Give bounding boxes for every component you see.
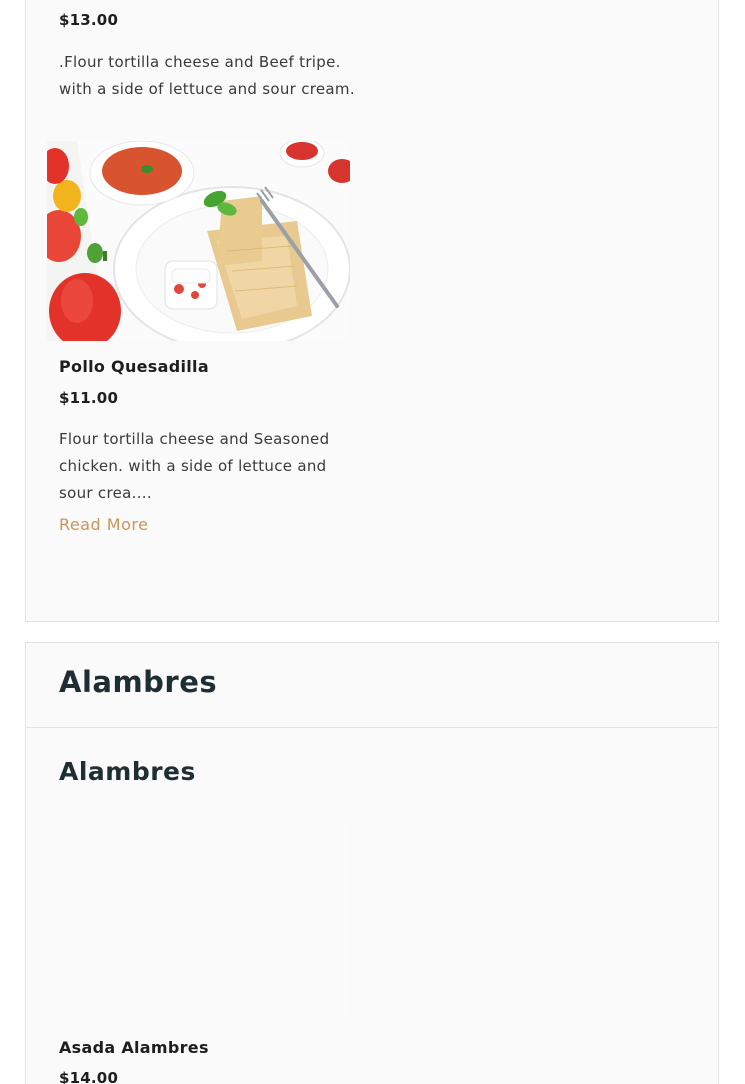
item-price: $13.00 [59,11,119,29]
read-more-link[interactable]: Read More [59,515,148,534]
item-price: $14.00 [59,1069,119,1084]
food-photo-icon [47,141,350,341]
section-divider [26,727,718,728]
menu-card-top: $13.00 .Flour tortilla cheese and Beef t… [25,0,719,622]
category-title: Alambres [59,757,196,786]
item-title[interactable]: Asada Alambres [59,1038,209,1057]
pollo-quesadilla-image[interactable] [47,141,350,341]
item-description: .Flour tortilla cheese and Beef tripe. w… [59,53,355,98]
menu-card-alambres: Alambres Alambres Asada Alambres $14.00 [25,642,719,1084]
item-description: Flour tortilla cheese and Seasoned chick… [59,430,330,502]
asada-alambres-image[interactable] [47,822,350,1022]
item-price: $11.00 [59,389,119,407]
item-title[interactable]: Pollo Quesadilla [59,357,209,376]
section-header-title: Alambres [59,665,218,699]
